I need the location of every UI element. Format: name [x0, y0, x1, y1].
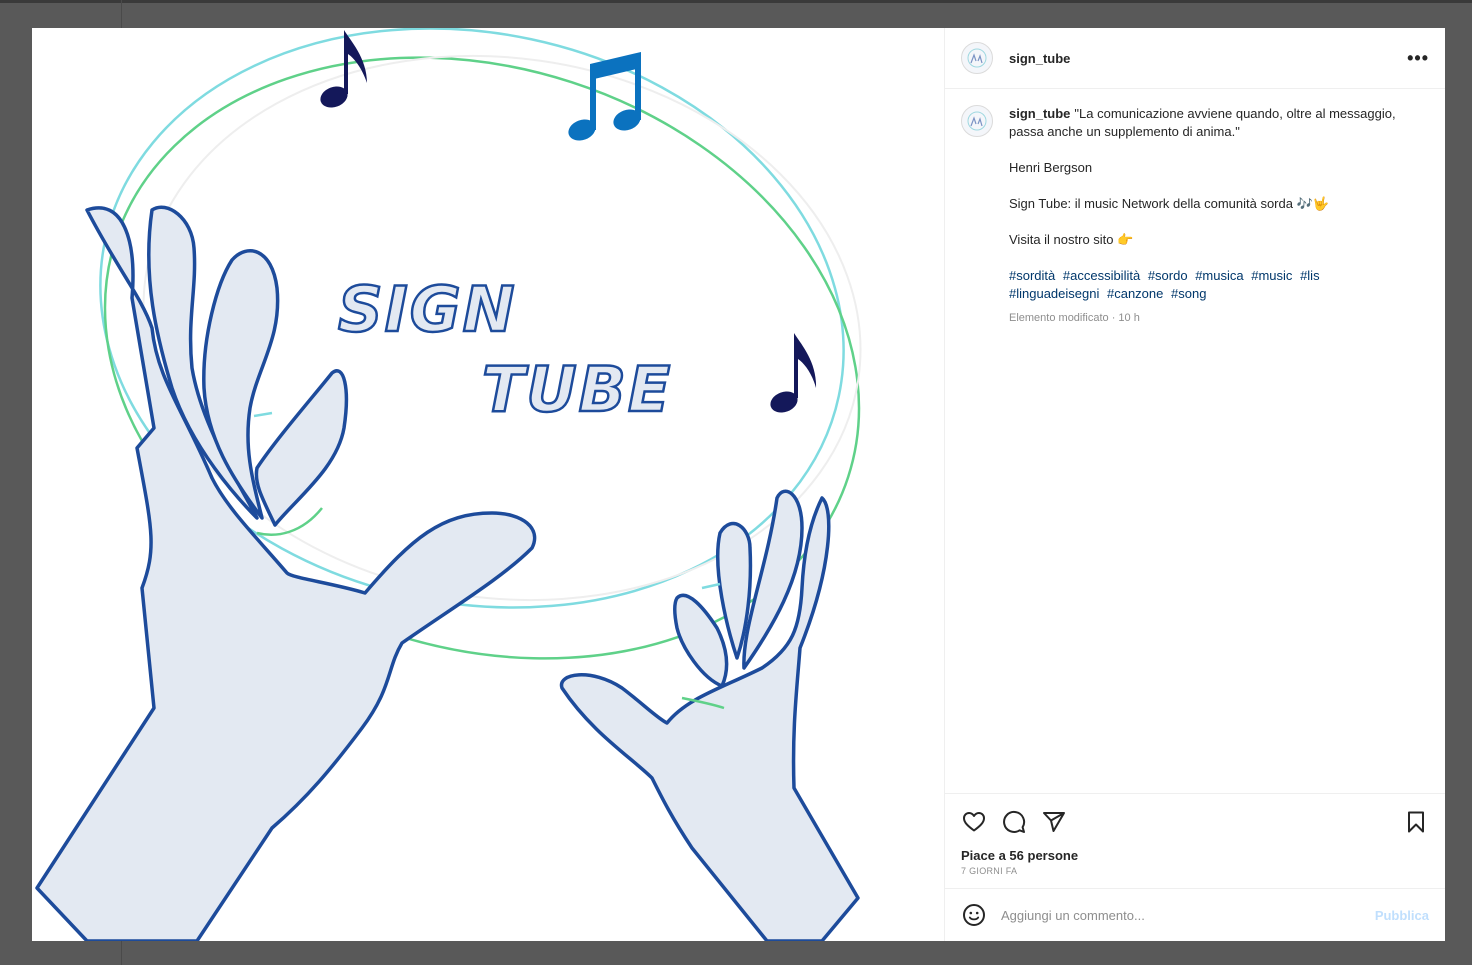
image-title-line1: SIGN: [338, 273, 517, 346]
hashtag-link[interactable]: #canzone: [1107, 286, 1163, 301]
avatar-hands-icon: [967, 111, 987, 131]
actions-section: Piace a 56 persone 7 GIORNI FA: [945, 793, 1445, 888]
heart-icon[interactable]: [961, 809, 987, 835]
hashtag-link[interactable]: #musica: [1195, 268, 1243, 283]
avatar-hands-icon: [967, 48, 987, 68]
hashtag-link[interactable]: #sordo: [1148, 268, 1188, 283]
caption-line-network: Sign Tube: il music Network della comuni…: [1009, 196, 1329, 211]
hashtag-link[interactable]: #song: [1171, 286, 1206, 301]
left-hand-finger-3: [254, 369, 349, 527]
right-hand-finger-3: [673, 593, 729, 688]
left-motion-tick: [253, 411, 273, 418]
comment-icon[interactable]: [1001, 809, 1027, 835]
post-date: 7 GIORNI FA: [961, 866, 1018, 876]
hashtag-link[interactable]: #sordità: [1009, 268, 1055, 283]
caption-hashtags: #sordità #accessibilità #sordo #musica #…: [1009, 267, 1409, 303]
more-options-icon[interactable]: •••: [1407, 48, 1429, 69]
right-hand: [559, 496, 860, 941]
image-title-line2: TUBE: [482, 353, 672, 426]
window-top-bar: [0, 0, 1472, 3]
post-image[interactable]: SIGN TUBE: [32, 28, 945, 941]
comment-input[interactable]: [1001, 907, 1375, 923]
caption-author: Henri Bergson: [1009, 160, 1093, 175]
post-username[interactable]: sign_tube: [1009, 51, 1070, 66]
post-modal: SIGN TUBE sign_tube ••• sign_tube "La co…: [32, 28, 1445, 941]
sign-tube-artwork: SIGN TUBE: [35, 28, 862, 941]
caption-avatar[interactable]: [961, 105, 993, 137]
music-note-blue: [568, 52, 641, 141]
post-header: sign_tube •••: [945, 28, 1445, 89]
hashtag-link[interactable]: #music: [1251, 268, 1292, 283]
caption-body: sign_tube "La comunicazione avviene quand…: [1009, 105, 1409, 327]
bookmark-icon[interactable]: [1403, 809, 1429, 835]
caption-line-visit: Visita il nostro sito 👉: [1009, 232, 1134, 247]
paper-plane-icon[interactable]: [1041, 809, 1067, 835]
add-comment-bar: Pubblica: [945, 888, 1445, 941]
post-sidebar: sign_tube ••• sign_tube "La comunicazione…: [945, 28, 1445, 941]
hashtag-link[interactable]: #lis: [1300, 268, 1320, 283]
comments-section: sign_tube "La comunicazione avviene quand…: [945, 89, 1445, 793]
hashtag-link[interactable]: #linguadeisegni: [1009, 286, 1099, 301]
caption-username[interactable]: sign_tube: [1009, 106, 1070, 121]
hashtag-link[interactable]: #accessibilità: [1063, 268, 1140, 283]
music-note-dark-right: [770, 333, 817, 413]
left-motion-line: [256, 507, 323, 536]
caption: sign_tube "La comunicazione avviene quand…: [961, 105, 1429, 327]
action-bar: [945, 794, 1445, 846]
smiley-icon[interactable]: [961, 902, 987, 928]
caption-meta: Elemento modificato · 10 h: [1009, 312, 1140, 324]
right-motion-tick: [701, 582, 721, 590]
likes-count[interactable]: Piace a 56 persone: [945, 848, 1445, 863]
publish-button[interactable]: Pubblica: [1375, 908, 1429, 923]
avatar[interactable]: [961, 42, 993, 74]
